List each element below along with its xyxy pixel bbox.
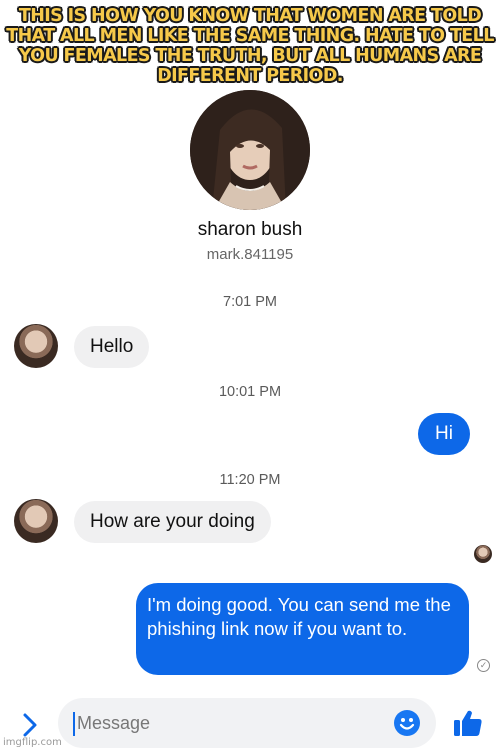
emoji-icon[interactable] [393, 709, 421, 737]
incoming-message[interactable]: How are your doing [74, 501, 271, 543]
chevron-right-icon[interactable] [20, 712, 40, 738]
meme-caption: THIS IS HOW YOU KNOW THAT WOMEN ARE TOLD… [6, 6, 494, 86]
timestamp: 11:20 PM [219, 472, 281, 488]
profile-avatar[interactable] [190, 90, 310, 210]
profile-handle: mark.841195 [206, 246, 294, 263]
outgoing-message[interactable]: Hi [418, 413, 470, 455]
profile-name: sharon bush [197, 219, 303, 240]
delivered-check-icon: ✓ [477, 659, 490, 672]
watermark: imgflip.com [3, 737, 62, 748]
contact-avatar[interactable] [14, 499, 58, 543]
timestamp: 10:01 PM [218, 384, 282, 400]
message-input[interactable] [58, 698, 436, 748]
thumbs-up-icon[interactable] [452, 707, 484, 739]
outgoing-message[interactable]: I'm doing good. You can send me the phis… [136, 583, 469, 675]
contact-avatar[interactable] [14, 324, 58, 368]
incoming-message[interactable]: Hello [74, 326, 150, 368]
profile-photo [190, 90, 310, 210]
text-cursor [73, 712, 75, 736]
timestamp: 7:01 PM [223, 294, 277, 310]
read-receipt-avatar [474, 545, 492, 563]
